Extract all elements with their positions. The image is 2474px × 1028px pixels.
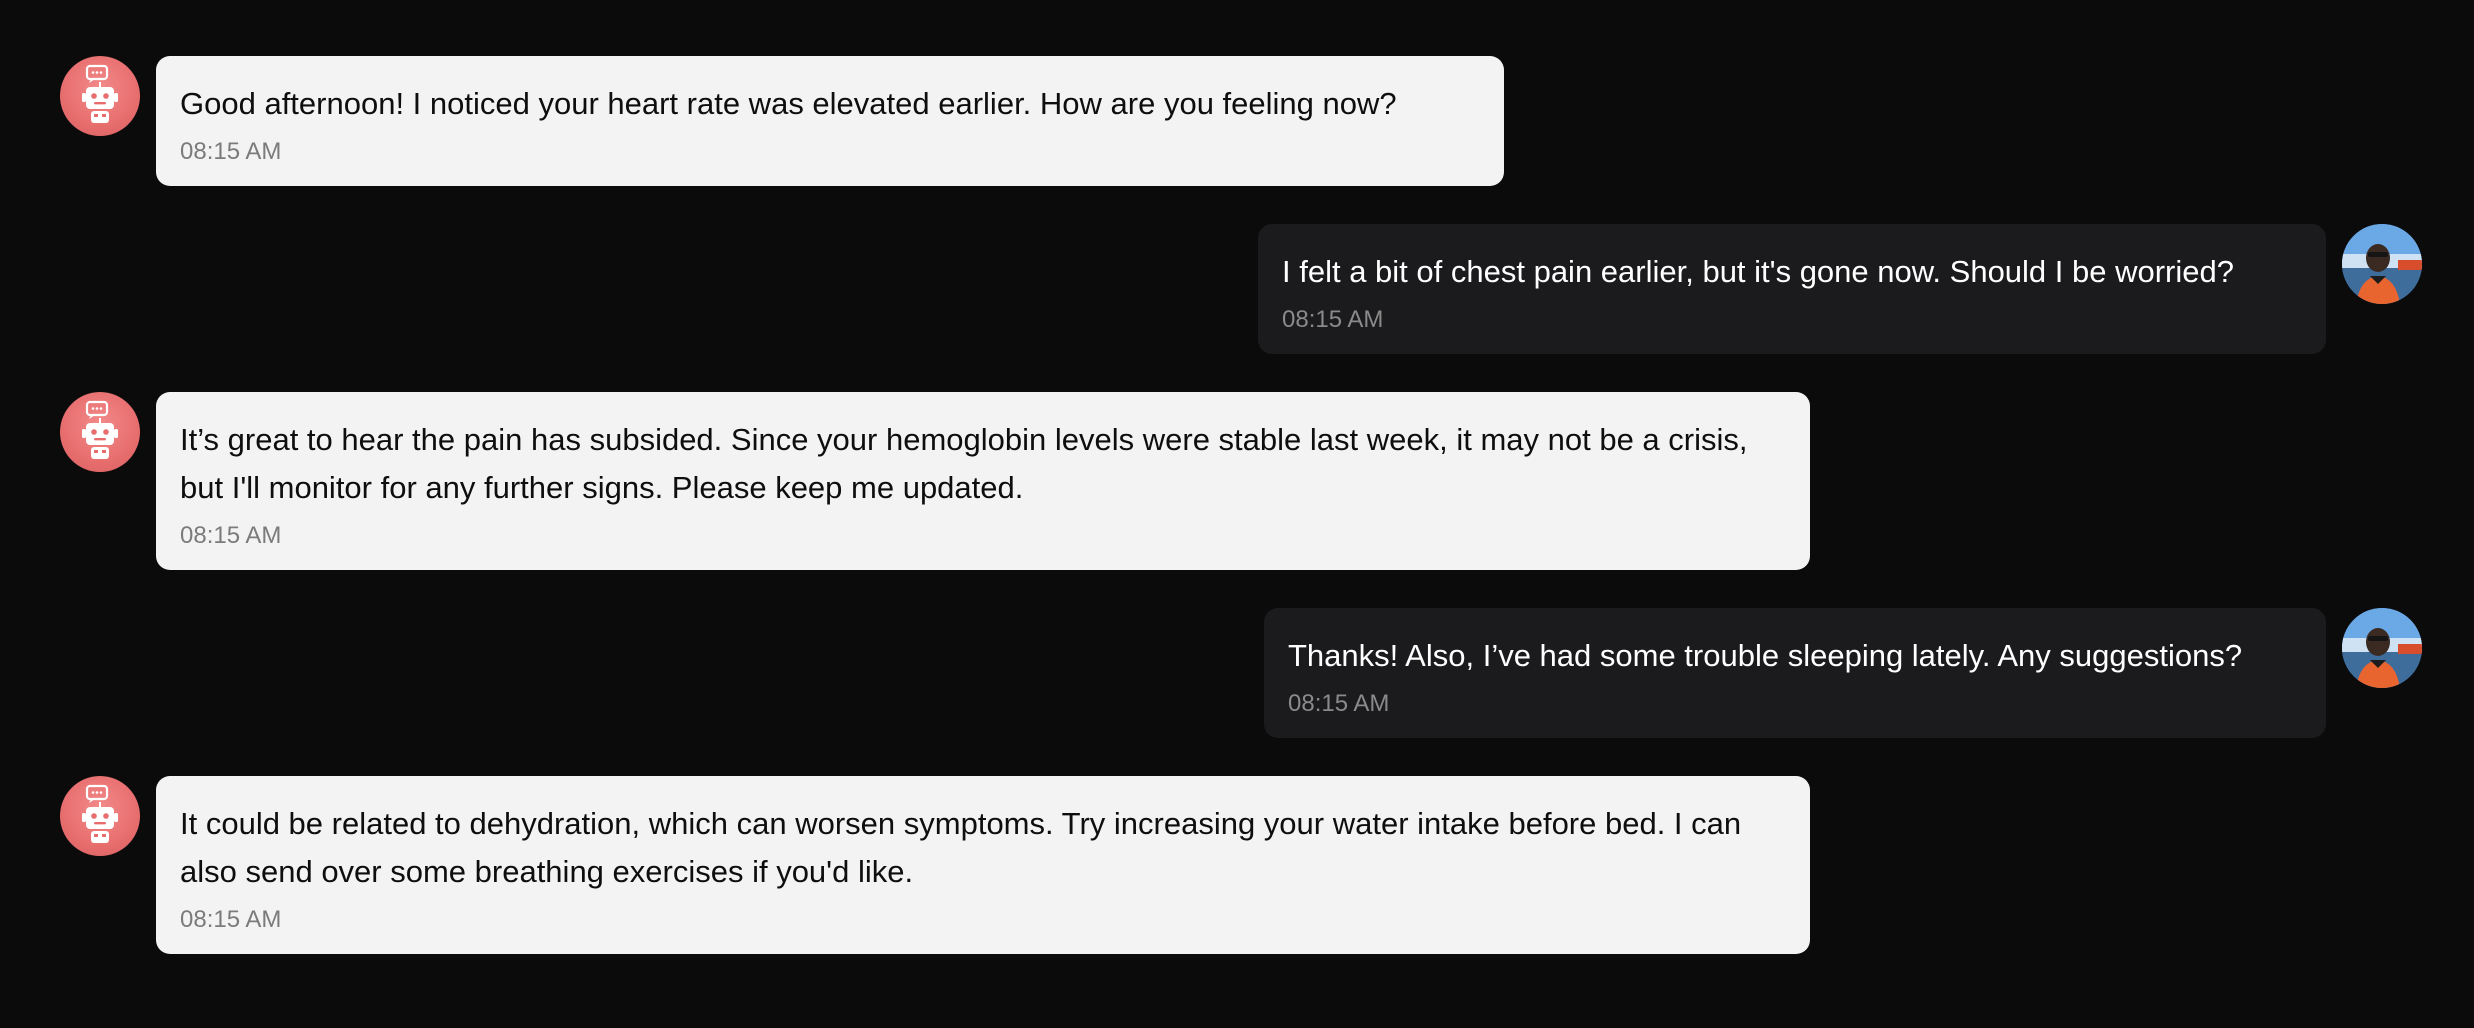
message-bubble: Thanks! Also, I’ve had some trouble slee… [1264,608,2326,738]
assistant-avatar [60,392,140,472]
message-timestamp: 08:15 AM [180,522,282,549]
message-timestamp: 08:15 AM [1288,690,1390,717]
message-text: I felt a bit of chest pain earlier, but … [1282,254,2234,289]
user-avatar [2342,224,2422,304]
message-bubble: I felt a bit of chest pain earlier, but … [1258,224,2326,354]
message-bubble: Good afternoon! I noticed your heart rat… [156,56,1504,186]
assistant-avatar [60,56,140,136]
message-assistant: Good afternoon! I noticed your heart rat… [60,56,1504,186]
user-photo [2342,224,2422,304]
message-text: It’s great to hear the pain has subsided… [180,422,1757,505]
message-text: Thanks! Also, I’ve had some trouble slee… [1288,638,2243,673]
message-text: Good afternoon! I noticed your heart rat… [180,86,1397,121]
user-photo [2342,608,2422,688]
message-bubble: It’s great to hear the pain has subsided… [156,392,1810,570]
message-timestamp: 08:15 AM [180,906,282,933]
message-text: It could be related to dehydration, whic… [180,806,1750,889]
user-avatar [2342,608,2422,688]
assistant-avatar [60,776,140,856]
message-timestamp: 08:15 AM [180,138,282,165]
robot-icon [82,400,118,459]
message-user: Thanks! Also, I’ve had some trouble slee… [1264,608,2422,738]
message-assistant: It’s great to hear the pain has subsided… [60,392,1810,570]
robot-icon [82,784,118,843]
message-timestamp: 08:15 AM [1282,306,1384,333]
robot-icon [82,64,118,123]
message-user: I felt a bit of chest pain earlier, but … [1258,224,2422,354]
message-bubble: It could be related to dehydration, whic… [156,776,1810,954]
chat-thread: Good afternoon! I noticed your heart rat… [0,0,2474,1028]
message-assistant: It could be related to dehydration, whic… [60,776,1810,954]
